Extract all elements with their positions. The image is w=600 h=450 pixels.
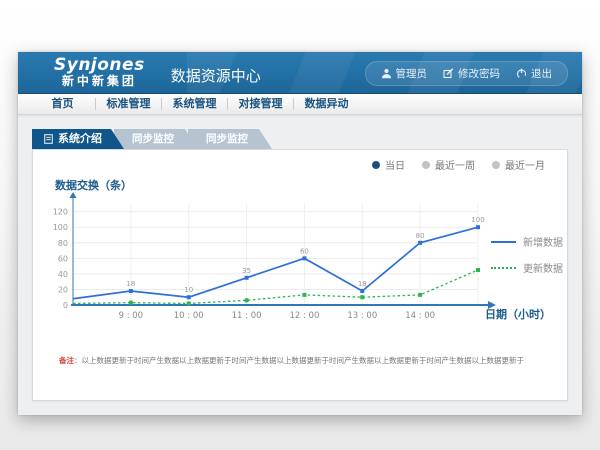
tab-label: 同步监控 [206, 129, 248, 149]
content-area: 系统介绍 同步监控 同步监控 当日 最近一周 最近一月 数据交换（条） 0 20 40 60 8… [18, 115, 582, 401]
svg-text:100: 100 [471, 216, 484, 224]
svg-text:35: 35 [242, 267, 251, 275]
chart-legend: 新增数据更新数据 [491, 234, 563, 286]
logout-label: 退出 [531, 66, 552, 81]
document-icon [44, 134, 53, 144]
tab-label: 同步监控 [132, 129, 174, 149]
radio-icon [422, 161, 430, 169]
nav-item[interactable]: 标准管理 [96, 98, 162, 110]
svg-text:100: 100 [53, 223, 68, 232]
footnote: 备注：以上数据更新于时间产生数据以上数据更新于时间产生数据以上数据更新于时间产生… [59, 355, 569, 366]
logo-text-en: Synjones [54, 57, 145, 75]
svg-text:14 : 00: 14 : 00 [405, 311, 435, 321]
radio-icon [492, 161, 500, 169]
svg-text:12 : 00: 12 : 00 [289, 311, 319, 321]
range-option[interactable]: 当日 [372, 157, 405, 172]
tab-bar: 系统介绍 同步监控 同步监控 [32, 129, 582, 149]
range-option-label: 当日 [385, 157, 405, 172]
page-title: 数据资源中心 [171, 59, 261, 86]
svg-text:9 : 00: 9 : 00 [119, 311, 144, 321]
svg-text:0: 0 [63, 301, 68, 310]
nav-item[interactable]: 数据异动 [294, 98, 359, 110]
tab-sync-monitor[interactable]: 同步监控 [114, 129, 198, 149]
legend-label: 更新数据 [523, 260, 563, 275]
legend-item: 新增数据 [491, 234, 563, 249]
company-logo: Synjones 新中新集团 [54, 57, 145, 87]
user-icon [381, 68, 392, 79]
footnote-prefix: 备注 [59, 356, 74, 365]
logo-text-cn: 新中新集团 [54, 75, 145, 88]
legend-line-sample [491, 267, 516, 269]
nav-item[interactable]: 系统管理 [162, 98, 228, 110]
chart-panel: 当日 最近一周 最近一月 数据交换（条） 0 20 40 60 80 100 120 9 : 00… [32, 149, 568, 401]
y-axis-title: 数据交换（条） [55, 177, 132, 193]
legend-line-sample [491, 241, 516, 243]
power-icon [516, 68, 527, 79]
x-axis-title: 日期（小时） [485, 306, 551, 322]
svg-text:80: 80 [58, 239, 68, 248]
svg-text:10: 10 [184, 286, 193, 294]
svg-text:60: 60 [300, 247, 309, 255]
tab-system-intro[interactable]: 系统介绍 [32, 129, 124, 149]
radio-icon [372, 161, 380, 169]
svg-text:18: 18 [126, 280, 135, 288]
svg-text:11 : 00: 11 : 00 [232, 311, 262, 321]
svg-text:13 : 00: 13 : 00 [347, 311, 377, 321]
app-window: Synjones 新中新集团 数据资源中心 管理员 修改密码 退出 [18, 52, 582, 415]
user-toolbar: 管理员 修改密码 退出 [365, 61, 569, 86]
legend-item: 更新数据 [491, 260, 563, 275]
time-range-options: 当日 最近一周 最近一月 [372, 157, 545, 172]
svg-text:60: 60 [58, 254, 68, 263]
range-option-label: 最近一周 [435, 157, 475, 172]
svg-text:40: 40 [58, 270, 68, 279]
app-header: Synjones 新中新集团 数据资源中心 管理员 修改密码 退出 [18, 52, 582, 94]
svg-text:20: 20 [58, 285, 68, 294]
footnote-text: ：以上数据更新于时间产生数据以上数据更新于时间产生数据以上数据更新于时间产生数据… [74, 356, 524, 365]
edit-icon [443, 68, 454, 79]
nav-item[interactable]: 对接管理 [228, 98, 294, 110]
svg-text:18: 18 [358, 280, 367, 288]
svg-text:80: 80 [416, 232, 425, 240]
range-option[interactable]: 最近一月 [492, 157, 545, 172]
tab-label: 系统介绍 [58, 129, 102, 149]
range-option[interactable]: 最近一周 [422, 157, 475, 172]
change-password-button[interactable]: 修改密码 [443, 66, 500, 81]
range-option-label: 最近一月 [505, 157, 545, 172]
logout-button[interactable]: 退出 [516, 66, 552, 81]
change-password-label: 修改密码 [458, 66, 500, 81]
current-user-label: 管理员 [396, 66, 428, 81]
line-chart: 0 20 40 60 80 100 120 9 : 00 10 : 00 11 : 00 12 : … [43, 192, 505, 328]
svg-text:10 : 00: 10 : 00 [174, 311, 204, 321]
svg-text:120: 120 [53, 208, 68, 217]
current-user-button[interactable]: 管理员 [381, 66, 428, 81]
nav-bar: 首页标准管理系统管理对接管理数据异动 [18, 94, 582, 115]
tab-sync-monitor[interactable]: 同步监控 [188, 129, 272, 149]
nav-item[interactable]: 首页 [30, 98, 96, 110]
legend-label: 新增数据 [523, 234, 563, 249]
